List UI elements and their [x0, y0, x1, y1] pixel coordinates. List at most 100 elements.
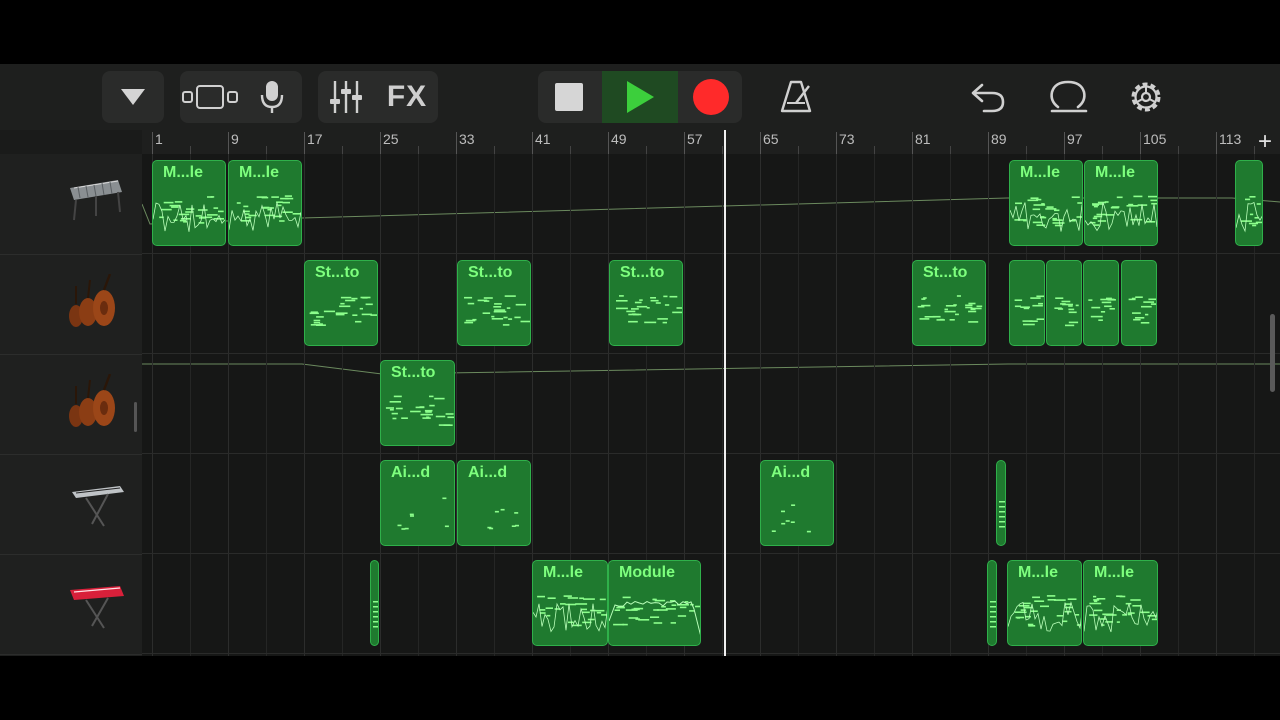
midi-region[interactable]	[1121, 260, 1157, 346]
ruler-minor-tick	[342, 146, 343, 154]
ruler-minor-tick	[1102, 146, 1103, 154]
ruler-minor-tick	[798, 146, 799, 154]
playhead[interactable]	[724, 130, 726, 656]
ruler-minor-tick	[646, 146, 647, 154]
settings-button[interactable]	[1120, 71, 1172, 123]
midi-region[interactable]: M...le	[1084, 160, 1158, 246]
tracks-view-icon	[182, 85, 238, 109]
ruler-minor-tick	[1026, 146, 1027, 154]
ruler-bar-number: 89	[991, 131, 1007, 147]
track-separator	[142, 553, 1280, 554]
midi-region[interactable]: M...le	[152, 160, 226, 246]
ruler-minor-tick	[874, 146, 875, 154]
mixer-button[interactable]	[318, 71, 374, 123]
region-notes	[990, 601, 996, 628]
track-header-red-keyboard[interactable]	[0, 554, 142, 655]
region-notes	[1128, 296, 1156, 324]
midi-region[interactable]: Ai...d	[380, 460, 455, 546]
loop-button[interactable]	[1042, 71, 1094, 123]
grid-line	[304, 154, 305, 656]
midi-region[interactable]	[1046, 260, 1082, 346]
timeline-ruler[interactable]: + 1 9 17 25 33 41 49 57 65 73 81 89 97 105 113	[142, 128, 1280, 156]
grid-line	[912, 154, 913, 656]
ruler-minor-tick	[1254, 146, 1255, 154]
ruler-bar-number: 9	[231, 131, 239, 147]
ruler-tick	[380, 132, 381, 154]
metronome-button[interactable]	[770, 71, 822, 123]
ruler-tick	[608, 132, 609, 154]
midi-region[interactable]	[1235, 160, 1263, 246]
stop-button[interactable]	[538, 71, 600, 123]
track-resize-handle[interactable]	[134, 402, 137, 432]
region-label: St...to	[468, 264, 513, 281]
midi-region[interactable]	[1083, 260, 1119, 346]
add-section-button[interactable]: +	[1258, 128, 1272, 156]
play-icon	[627, 81, 654, 113]
play-button[interactable]	[602, 71, 678, 123]
midi-region[interactable]	[987, 560, 997, 646]
ruler-tick	[1064, 132, 1065, 154]
ruler-tick	[1140, 132, 1141, 154]
region-label: St...to	[620, 264, 665, 281]
ruler-tick	[304, 132, 305, 154]
ruler-bar-number: 113	[1219, 131, 1242, 147]
midi-region[interactable]: St...to	[304, 260, 378, 346]
midi-region[interactable]: M...le	[1007, 560, 1082, 646]
automation-line-track-2	[142, 363, 1280, 375]
midi-region[interactable]: M...le	[1009, 160, 1083, 246]
grid-line	[494, 154, 495, 656]
ruler-bar-number: 105	[1143, 131, 1167, 147]
grid-line	[950, 154, 951, 656]
record-button[interactable]	[680, 71, 742, 123]
midi-region[interactable]: St...to	[912, 260, 986, 346]
view-dropdown-button[interactable]	[102, 71, 164, 123]
undo-button[interactable]	[962, 71, 1014, 123]
region-label: Module	[619, 564, 675, 581]
mixer-fx-group: FX	[318, 71, 438, 123]
midi-region[interactable]: St...to	[380, 360, 455, 446]
midi-region[interactable]: Module	[608, 560, 701, 646]
midi-region[interactable]: Ai...d	[457, 460, 531, 546]
midi-region[interactable]	[1009, 260, 1045, 346]
track-separator	[142, 653, 1280, 654]
ruler-bar-number: 73	[839, 131, 855, 147]
midi-region[interactable]	[996, 460, 1006, 546]
microphone-button[interactable]	[244, 71, 300, 123]
ruler-tick	[836, 132, 837, 154]
region-notes	[373, 601, 378, 628]
region-notes	[1236, 196, 1262, 233]
grid-line	[1216, 154, 1217, 656]
ruler-bar-number: 17	[307, 131, 323, 147]
ruler-bar-number: 33	[459, 131, 475, 147]
track-header-vibraphone[interactable]	[0, 154, 142, 255]
region-notes	[1088, 297, 1116, 321]
grid-line	[456, 154, 457, 656]
ruler-tick	[532, 132, 533, 154]
ruler-bar-number: 97	[1067, 131, 1083, 147]
midi-region[interactable]: M...le	[228, 160, 302, 246]
vertical-scrollbar[interactable]	[1270, 314, 1275, 392]
fx-button[interactable]: FX	[378, 71, 436, 123]
triangle-down-icon	[121, 89, 145, 105]
midi-region[interactable]: St...to	[457, 260, 531, 346]
garageband-app: FX + 1 9 17 25 33 41 49 57 65 73 81 89 9…	[0, 64, 1280, 656]
midi-region[interactable]	[370, 560, 379, 646]
region-label: M...le	[1018, 564, 1059, 581]
track-header-strings-1[interactable]	[0, 254, 142, 355]
track-header-strings-2[interactable]	[0, 354, 142, 455]
track-header-keyboard[interactable]	[0, 454, 142, 555]
midi-region[interactable]: M...le	[1083, 560, 1158, 646]
undo-icon	[971, 83, 1005, 113]
midi-region[interactable]: St...to	[609, 260, 683, 346]
ruler-minor-tick	[1178, 146, 1179, 154]
midi-region[interactable]: Ai...d	[760, 460, 834, 546]
ruler-bar-number: 57	[687, 131, 703, 147]
gear-icon	[1131, 82, 1161, 112]
ruler-tick	[456, 132, 457, 154]
midi-region[interactable]: M...le	[532, 560, 608, 646]
tracks-view-button[interactable]	[180, 71, 240, 123]
tracks-area[interactable]: M...le M...le M...le M...le St...to St...to St…	[142, 154, 1280, 656]
region-label: Ai...d	[771, 464, 811, 481]
ruler-minor-tick	[190, 146, 191, 154]
ruler-minor-tick	[570, 146, 571, 154]
